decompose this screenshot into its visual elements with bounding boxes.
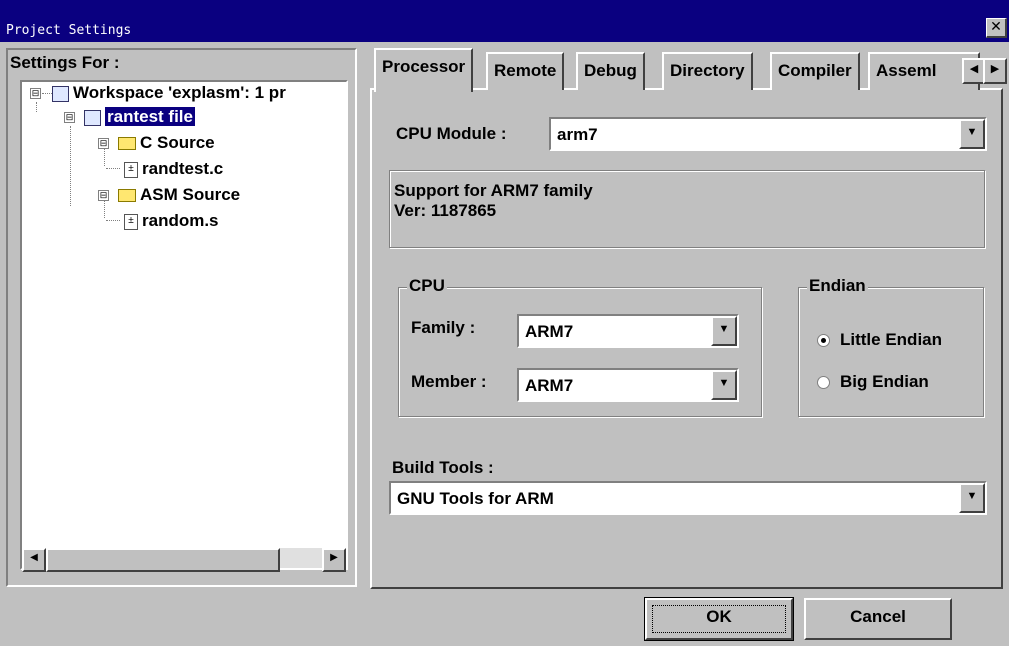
cancel-button[interactable]: Cancel [804, 598, 952, 640]
tab-compiler[interactable]: Compiler [770, 52, 860, 90]
project-icon [84, 109, 101, 126]
build-tools-label: Build Tools : [392, 458, 494, 477]
tree-item-c-source[interactable]: ⊟ C Source [98, 132, 215, 154]
tab-processor[interactable]: Processor [374, 48, 474, 92]
little-endian-label: Little Endian [840, 330, 942, 349]
tab-scroll-right-icon[interactable]: ▶ [983, 58, 1007, 84]
cancel-label: Cancel [850, 607, 906, 626]
build-tools-select[interactable]: GNU Tools for ARM ▼ [389, 481, 987, 515]
cpu-module-label: CPU Module : [396, 124, 507, 143]
source-file-icon: ± [124, 213, 138, 230]
title-bar [0, 0, 1009, 42]
tree-item-label: randtest.c [142, 159, 224, 178]
collapse-icon[interactable]: ⊟ [64, 112, 75, 123]
radio-selected-icon[interactable] [817, 334, 830, 348]
little-endian-option[interactable]: Little Endian [817, 330, 942, 350]
horizontal-scrollbar[interactable]: ◀ ▶ [22, 548, 346, 572]
tree-item-label: Workspace 'explasm': 1 pr [73, 83, 286, 102]
chevron-down-icon[interactable]: ▼ [711, 316, 737, 346]
tab-debug[interactable]: Debug [576, 52, 645, 90]
big-endian-label: Big Endian [840, 372, 929, 391]
tree-item-asm-source[interactable]: ⊟ ASM Source [98, 184, 240, 206]
cpu-module-select[interactable]: arm7 ▼ [549, 117, 987, 151]
workspace-icon [52, 85, 69, 102]
build-tools-value: GNU Tools for ARM [397, 489, 554, 508]
scroll-thumb[interactable] [46, 548, 280, 572]
radio-unselected-icon[interactable] [817, 376, 830, 390]
window-title: Project Settings [6, 23, 132, 38]
family-value: ARM7 [525, 322, 574, 341]
collapse-icon[interactable]: ⊟ [98, 190, 109, 201]
tree-item-label: rantest file [105, 107, 195, 126]
cpu-groupbox: CPU Family : ARM7 ▼ Member : ARM7 ▼ [398, 276, 762, 417]
cpu-info-line2: Ver: 1187865 [394, 201, 497, 220]
cpu-module-value: arm7 [557, 125, 598, 144]
tree-item-label: C Source [140, 133, 215, 152]
close-button[interactable]: ✕ [986, 18, 1007, 38]
chevron-down-icon[interactable]: ▼ [711, 370, 737, 400]
scroll-right-icon[interactable]: ▶ [322, 548, 346, 572]
folder-icon [118, 137, 136, 151]
tab-remote[interactable]: Remote [486, 52, 565, 90]
chevron-down-icon[interactable]: ▼ [959, 119, 985, 149]
endian-groupbox: Endian Little Endian Big Endian [798, 276, 984, 417]
tree-item-randtest-c[interactable]: ± randtest.c [124, 158, 223, 180]
endian-group-label: Endian [807, 276, 868, 296]
tree-item-workspace[interactable]: ⊟ Workspace 'explasm': 1 pr [30, 82, 286, 104]
family-label: Family : [411, 318, 476, 337]
chevron-down-icon[interactable]: ▼ [959, 483, 985, 513]
family-select[interactable]: ARM7 ▼ [517, 314, 739, 348]
member-select[interactable]: ARM7 ▼ [517, 368, 739, 402]
project-tree[interactable]: ⊟ Workspace 'explasm': 1 pr ⊟ rantest fi… [20, 80, 348, 570]
source-file-icon: ± [124, 161, 138, 178]
cpu-group-label: CPU [407, 276, 447, 296]
member-label: Member : [411, 372, 487, 391]
tree-item-project[interactable]: ⊟ rantest file [64, 106, 195, 128]
scroll-left-icon[interactable]: ◀ [22, 548, 46, 572]
ok-button[interactable]: OK [644, 597, 794, 641]
settings-for-label: Settings For : [10, 53, 120, 72]
folder-icon [118, 189, 136, 203]
tree-item-label: ASM Source [140, 185, 241, 204]
collapse-icon[interactable]: ⊟ [98, 138, 109, 149]
tree-item-random-s[interactable]: ± random.s [124, 210, 219, 232]
tab-directory[interactable]: Directory [662, 52, 753, 90]
tree-item-label: random.s [142, 211, 219, 230]
cpu-info-box: Support for ARM7 family Ver: 1187865 [389, 170, 985, 248]
cpu-info-line1: Support for ARM7 family [394, 181, 593, 200]
big-endian-option[interactable]: Big Endian [817, 372, 929, 392]
collapse-icon[interactable]: ⊟ [30, 88, 41, 99]
member-value: ARM7 [525, 376, 574, 395]
